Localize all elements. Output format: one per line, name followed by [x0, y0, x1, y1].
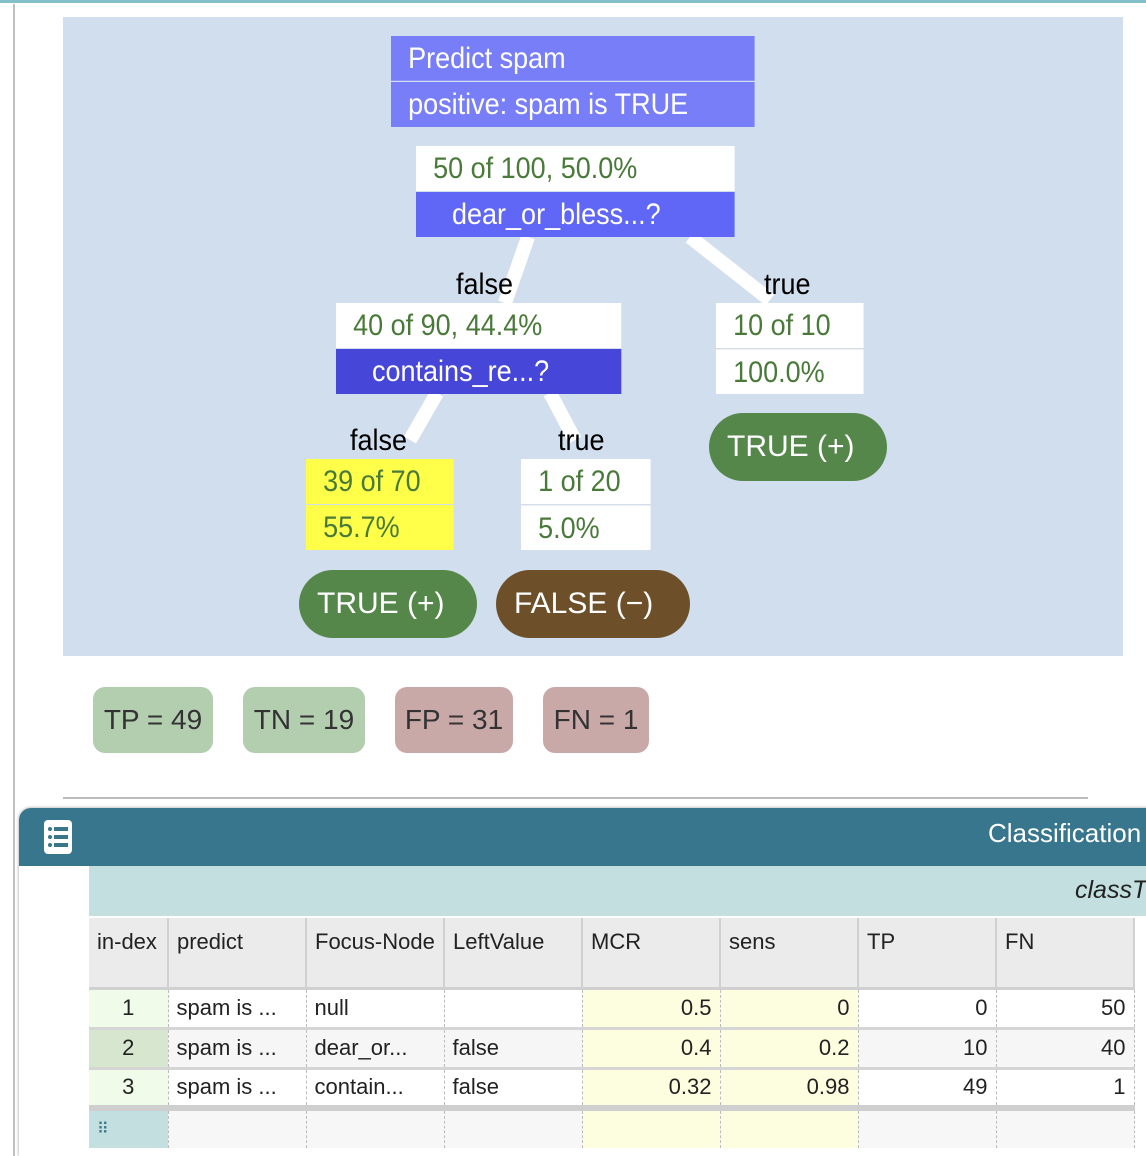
cell-focus-node[interactable]: null [306, 988, 445, 1030]
divider [63, 797, 1088, 799]
new-row[interactable]: ⠿ [89, 1108, 1135, 1148]
lr-stat-percent: 5.0% [521, 505, 651, 550]
cell-tp[interactable]: 0 [858, 988, 997, 1030]
empty-cell[interactable] [720, 1108, 859, 1148]
group-header: classT [89, 866, 1146, 916]
group-title: classT [1075, 876, 1146, 904]
col-leftvalue[interactable]: LeftValue [444, 918, 583, 990]
right-leaf-true[interactable]: TRUE (+) [709, 413, 887, 481]
col-focus-node[interactable]: Focus-Node [306, 918, 445, 990]
tree-title: Predict spam [391, 36, 755, 81]
tn-badge: TN = 19 [243, 687, 365, 753]
drag-handle-icon[interactable]: ⠿ [89, 1108, 169, 1148]
col-predict[interactable]: predict [168, 918, 307, 990]
col-index[interactable]: in-dex [89, 918, 169, 990]
cell-focus-node[interactable]: contain... [306, 1068, 445, 1110]
lr-leaf-false[interactable]: FALSE (−) [496, 570, 690, 638]
cell-predict[interactable]: spam is ... [168, 1028, 307, 1070]
cell-sens[interactable]: 0.98 [720, 1068, 859, 1110]
cell-index: 3 [89, 1068, 169, 1110]
ll-branch-label: false [350, 424, 408, 457]
left-stat: 40 of 90, 44.4% [336, 303, 622, 348]
table-row[interactable]: 3 spam is ... contain... false 0.32 0.98… [89, 1068, 1135, 1110]
cell-focus-node[interactable]: dear_or... [306, 1028, 445, 1070]
col-tp[interactable]: TP [858, 918, 997, 990]
left-branch-label: false [456, 268, 514, 301]
panel-title: Classification [988, 818, 1142, 848]
cell-fn[interactable]: 50 [996, 988, 1135, 1030]
fp-badge: FP = 31 [395, 687, 513, 753]
data-table: in-dex predict Focus-Node LeftValue MCR … [89, 918, 1135, 1148]
root-question[interactable]: dear_or_bless...? [416, 192, 735, 237]
tp-badge: TP = 49 [93, 687, 213, 753]
cell-index: 2 [89, 1028, 169, 1070]
table-row[interactable]: 2 spam is ... dear_or... false 0.4 0.2 1… [89, 1028, 1135, 1070]
empty-cell[interactable] [858, 1108, 997, 1148]
cell-fn[interactable]: 1 [996, 1068, 1135, 1110]
cell-predict[interactable]: spam is ... [168, 1068, 307, 1110]
cell-mcr[interactable]: 0.5 [582, 988, 721, 1030]
cell-leftvalue[interactable]: false [444, 1028, 583, 1070]
right-stat-count: 10 of 10 [716, 303, 864, 348]
empty-cell[interactable] [996, 1108, 1135, 1148]
cell-sens[interactable]: 0 [720, 988, 859, 1030]
right-branch-label: true [764, 268, 811, 301]
tree-positive: positive: spam is TRUE [391, 82, 755, 127]
empty-cell[interactable] [168, 1108, 307, 1148]
list-icon[interactable] [43, 819, 73, 855]
edge-left-ll [403, 389, 444, 444]
ll-leaf-true[interactable]: TRUE (+) [299, 570, 477, 638]
ll-stat-percent: 55.7% [306, 505, 454, 550]
lr-branch-label: true [558, 424, 605, 457]
right-stat-percent: 100.0% [716, 349, 864, 394]
lr-stat-count: 1 of 20 [521, 459, 651, 504]
root-stat: 50 of 100, 50.0% [416, 146, 735, 191]
empty-cell[interactable] [444, 1108, 583, 1148]
cell-predict[interactable]: spam is ... [168, 988, 307, 1030]
cell-sens[interactable]: 0.2 [720, 1028, 859, 1070]
panel-header: Classification [19, 808, 1146, 866]
left-question[interactable]: contains_re...? [336, 349, 622, 394]
edge-root-right [685, 231, 775, 306]
cell-index: 1 [89, 988, 169, 1030]
cell-mcr[interactable]: 0.32 [582, 1068, 721, 1110]
cell-fn[interactable]: 40 [996, 1028, 1135, 1070]
empty-cell[interactable] [306, 1108, 445, 1148]
cell-leftvalue[interactable]: false [444, 1068, 583, 1110]
col-mcr[interactable]: MCR [582, 918, 721, 990]
table-row[interactable]: 1 spam is ... null 0.5 0 0 50 [89, 988, 1135, 1030]
ll-stat-count: 39 of 70 [306, 459, 454, 504]
empty-cell[interactable] [582, 1108, 721, 1148]
fn-badge: FN = 1 [543, 687, 649, 753]
col-sens[interactable]: sens [720, 918, 859, 990]
cell-mcr[interactable]: 0.4 [582, 1028, 721, 1070]
classification-table-panel: Classification classT in-dex predict Foc… [19, 808, 1146, 1156]
col-fn[interactable]: FN [996, 918, 1135, 990]
cell-leftvalue[interactable] [444, 988, 583, 1030]
cell-tp[interactable]: 49 [858, 1068, 997, 1110]
cell-tp[interactable]: 10 [858, 1028, 997, 1070]
